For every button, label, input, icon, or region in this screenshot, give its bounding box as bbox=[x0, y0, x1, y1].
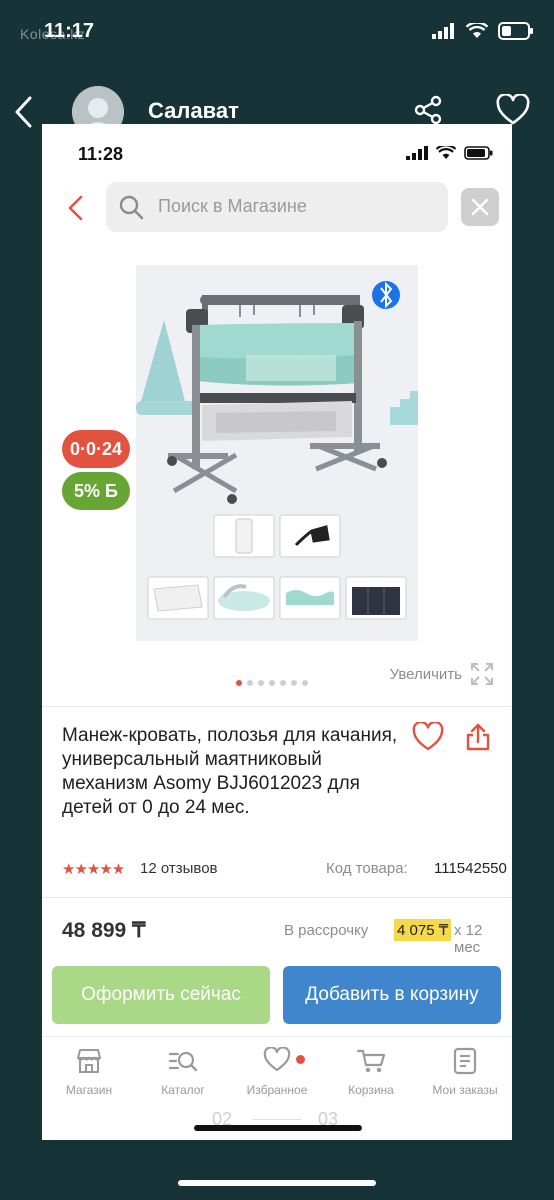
contact-name[interactable]: Салават bbox=[148, 98, 239, 124]
wifi-icon bbox=[436, 146, 456, 159]
installment-badge: 0·0·24 bbox=[62, 430, 130, 468]
tab-label: Корзина bbox=[348, 1083, 394, 1097]
wifi-icon bbox=[466, 23, 488, 38]
gallery-dot[interactable] bbox=[258, 680, 264, 686]
catalog-icon bbox=[168, 1051, 198, 1072]
product-code-label: Код товара: bbox=[326, 860, 408, 877]
gallery-dot[interactable] bbox=[302, 680, 308, 686]
gallery-dots bbox=[236, 680, 308, 686]
tab-label: Магазин bbox=[65, 1083, 113, 1097]
inner-status-icons bbox=[406, 146, 494, 160]
store-icon bbox=[77, 1049, 101, 1073]
back-arrow-icon[interactable] bbox=[12, 94, 36, 130]
product-title: Манеж-кровать, полозья для качания, унив… bbox=[62, 725, 398, 818]
heart-icon bbox=[263, 1047, 291, 1072]
reviews-link[interactable]: 12 отзывов bbox=[140, 860, 218, 877]
signal-icon bbox=[432, 23, 454, 39]
price-row: 48 899 ₸ В рассрочку 4 075 ₸ х 12 мес bbox=[62, 918, 494, 956]
inner-time: 11:28 bbox=[78, 144, 124, 164]
close-icon bbox=[471, 198, 489, 216]
zoom-label: Увеличить bbox=[389, 665, 462, 683]
tab-cart[interactable]: Корзина bbox=[324, 1047, 418, 1097]
bonus-badge: 5% Б bbox=[62, 472, 130, 510]
os-time: 11:17 bbox=[44, 20, 95, 42]
product-photo bbox=[136, 265, 418, 641]
search-icon bbox=[119, 195, 144, 220]
inner-home-indicator bbox=[194, 1125, 362, 1131]
os-status-bar: Kolesa.kz 11:17 bbox=[0, 0, 554, 68]
tab-favorites[interactable]: Избранное bbox=[230, 1047, 324, 1097]
product-image[interactable] bbox=[136, 265, 418, 641]
page-separator bbox=[252, 1119, 302, 1120]
rating-stars: ★★★★★ bbox=[62, 861, 125, 878]
back-icon[interactable] bbox=[66, 194, 86, 222]
share-upload-icon[interactable] bbox=[464, 722, 492, 752]
orders-icon bbox=[453, 1047, 477, 1075]
home-indicator[interactable] bbox=[178, 1180, 376, 1186]
heart-icon[interactable] bbox=[496, 94, 530, 126]
cart-icon bbox=[356, 1049, 386, 1073]
divider bbox=[42, 897, 512, 898]
product-code-value: 111542550 bbox=[434, 860, 507, 877]
tab-label: Мои заказы bbox=[432, 1083, 498, 1097]
tab-label: Каталог bbox=[161, 1083, 205, 1097]
price: 48 899 ₸ bbox=[62, 919, 146, 942]
tab-label: Избранное bbox=[246, 1083, 308, 1097]
zoom-button[interactable]: Увеличить bbox=[390, 662, 494, 686]
tab-my-orders[interactable]: Мои заказы bbox=[418, 1047, 512, 1097]
inner-status-bar: 11:28 bbox=[42, 124, 512, 176]
notification-dot bbox=[296, 1055, 305, 1064]
search-placeholder: Поиск в Магазине bbox=[158, 196, 307, 216]
rating-row: ★★★★★ 12 отзывов Код товара: 111542550 bbox=[62, 858, 507, 880]
buy-now-button[interactable]: Оформить сейчас bbox=[52, 966, 270, 1024]
tab-catalog[interactable]: Каталог bbox=[136, 1047, 230, 1097]
installment-amount: 4 075 ₸ bbox=[394, 919, 452, 941]
installment-term: х 12 мес bbox=[454, 922, 483, 956]
gallery-dot[interactable] bbox=[291, 680, 297, 686]
search-row: Поиск в Магазине bbox=[42, 182, 512, 234]
search-input[interactable]: Поиск в Магазине bbox=[106, 182, 448, 232]
share-icon[interactable] bbox=[412, 94, 444, 126]
bottom-tabbar: Магазин Каталог Избранное Корзина Мои за… bbox=[42, 1036, 512, 1140]
add-to-cart-button[interactable]: Добавить в корзину bbox=[283, 966, 501, 1024]
tab-store[interactable]: Магазин bbox=[42, 1047, 136, 1097]
gallery-dot[interactable] bbox=[269, 680, 275, 686]
shared-screenshot: 11:28 Поиск в Магазине 0·0·24 5% Б Увели… bbox=[42, 124, 512, 1140]
installment-label: В рассрочку bbox=[284, 922, 369, 939]
battery-icon bbox=[464, 146, 493, 160]
gallery-dot[interactable] bbox=[247, 680, 253, 686]
battery-icon bbox=[498, 22, 533, 40]
clear-search-button[interactable] bbox=[461, 188, 499, 226]
expand-icon bbox=[471, 663, 493, 685]
favorite-heart-icon[interactable] bbox=[412, 722, 444, 752]
os-status-icons bbox=[432, 22, 534, 40]
signal-icon bbox=[406, 146, 428, 160]
gallery-dot[interactable] bbox=[280, 680, 286, 686]
gallery-dot[interactable] bbox=[236, 680, 242, 686]
divider bbox=[42, 706, 512, 707]
